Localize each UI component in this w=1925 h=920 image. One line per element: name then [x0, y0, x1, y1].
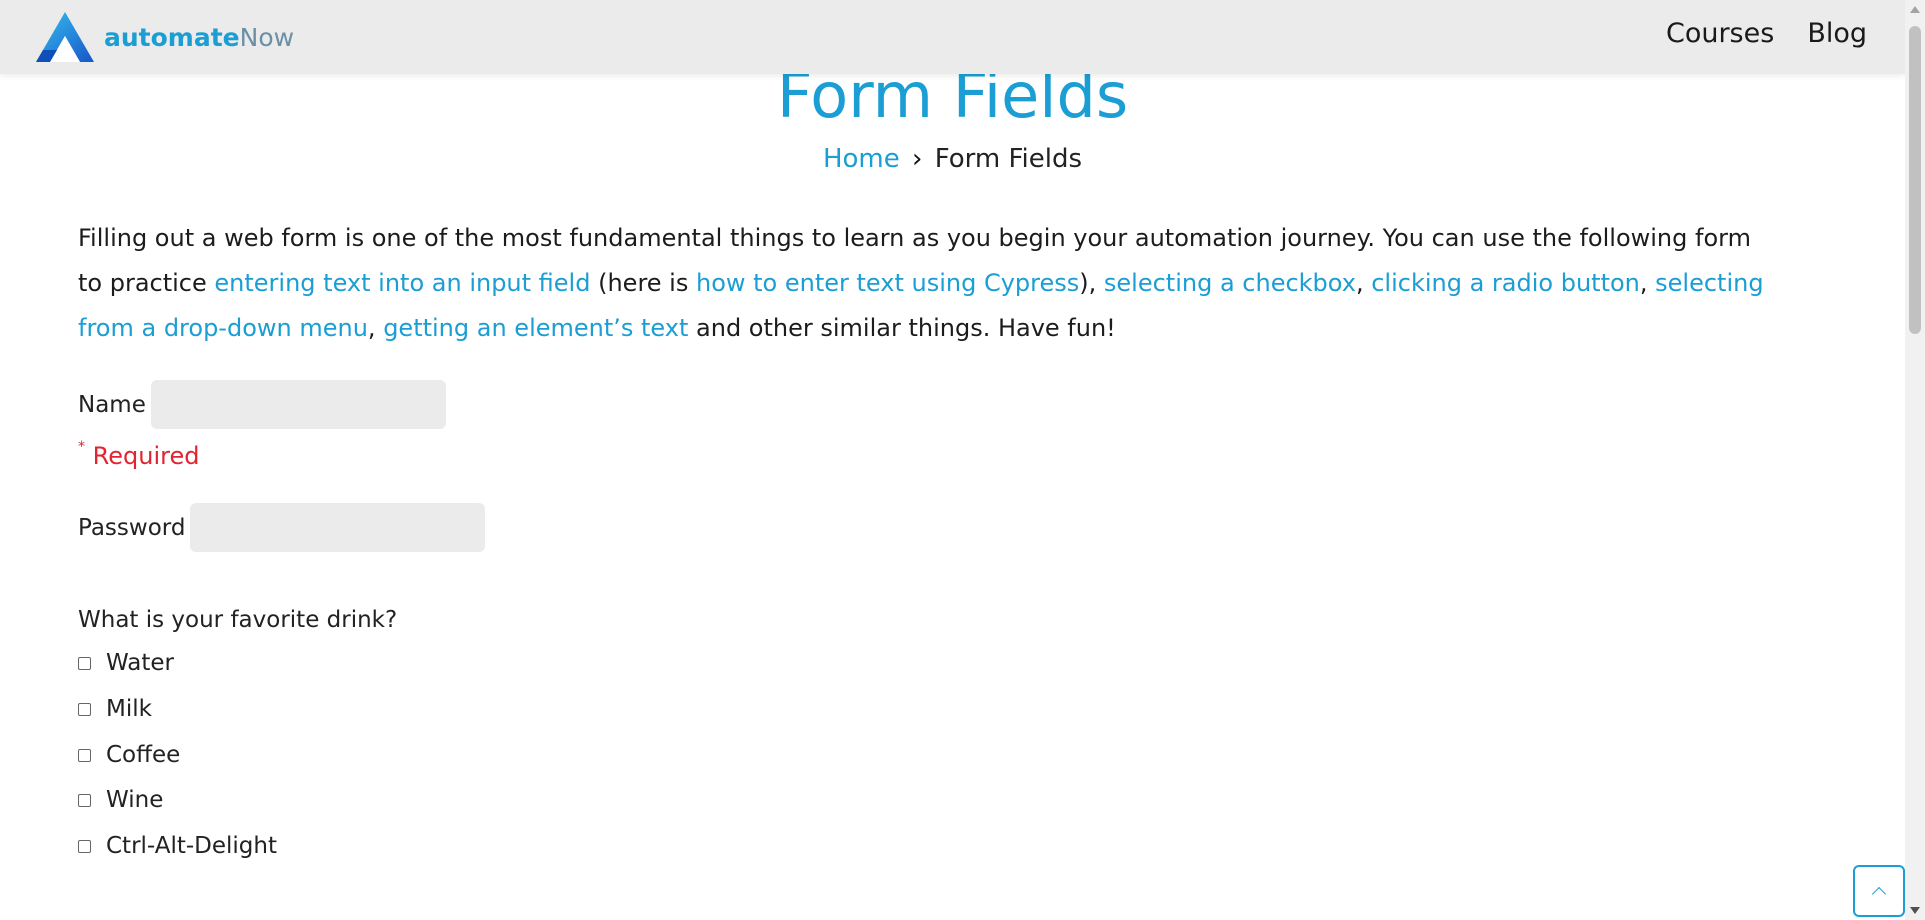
intro-text: and other similar things. Have fun! [688, 314, 1116, 342]
logo-text: automateNow [104, 23, 294, 52]
required-text: Required [85, 442, 200, 470]
link-radio-button[interactable]: clicking a radio button [1371, 269, 1640, 297]
name-input[interactable] [150, 380, 446, 429]
drink-label: Milk [106, 696, 152, 722]
link-select-checkbox[interactable]: selecting a checkbox [1104, 269, 1356, 297]
site-logo[interactable]: automateNow [34, 10, 294, 65]
password-field-row: Password [78, 503, 486, 552]
back-to-top-button[interactable] [1853, 865, 1905, 917]
drink-option-ctrl-alt-delight[interactable]: Ctrl-Alt-Delight [78, 833, 277, 859]
checkbox[interactable] [78, 839, 91, 853]
checkbox[interactable] [78, 793, 91, 807]
intro-text: , [1639, 269, 1656, 297]
nav-blog[interactable]: Blog [1807, 16, 1867, 52]
chevron-up-icon [1871, 886, 1887, 901]
link-cypress-text[interactable]: how to enter text using Cypress [696, 269, 1079, 297]
scrollbar-thumb[interactable] [1909, 26, 1921, 334]
intro-text: , [367, 314, 384, 342]
breadcrumb-separator: › [912, 144, 923, 174]
checkbox[interactable] [78, 702, 91, 716]
main-content: Form Fields Home › Form Fields Filling o… [0, 0, 1905, 920]
breadcrumb-current: Form Fields [934, 144, 1083, 174]
logo-text-accent: Now [239, 23, 295, 52]
nav-courses[interactable]: Courses [1666, 16, 1774, 52]
required-note: * Required [78, 434, 199, 473]
site-header: automateNow Courses Blog [0, 0, 1905, 74]
link-element-text[interactable]: getting an element’s text [383, 314, 688, 342]
scroll-up-arrow-icon[interactable] [1910, 6, 1920, 13]
breadcrumb: Home › Form Fields [0, 142, 1905, 176]
password-label: Password [78, 514, 186, 541]
checkbox[interactable] [78, 748, 91, 762]
scroll-down-arrow-icon[interactable] [1910, 907, 1920, 914]
name-field-row: Name [78, 380, 446, 429]
drink-label: Coffee [106, 742, 181, 768]
drink-option-milk[interactable]: Milk [78, 696, 152, 722]
checkbox[interactable] [78, 656, 91, 670]
drink-label: Water [106, 650, 174, 676]
drink-option-wine[interactable]: Wine [78, 787, 163, 813]
page: Form Fields Home › Form Fields Filling o… [0, 0, 1925, 920]
drink-label: Wine [106, 787, 164, 813]
logo-text-main: automate [104, 23, 240, 52]
automatenow-logo-icon [36, 12, 94, 62]
password-input[interactable] [190, 503, 486, 552]
intro-text: (here is [590, 269, 696, 297]
link-enter-text[interactable]: entering text into an input field [214, 269, 590, 297]
drink-question: What is your favorite drink? [78, 607, 398, 633]
required-asterisk: * [78, 439, 85, 455]
name-label: Name [78, 391, 146, 418]
vertical-scrollbar[interactable] [1905, 0, 1925, 920]
drink-option-coffee[interactable]: Coffee [78, 742, 180, 768]
breadcrumb-home-link[interactable]: Home [823, 144, 900, 174]
drink-label: Ctrl-Alt-Delight [106, 833, 277, 859]
intro-paragraph: Filling out a web form is one of the mos… [78, 216, 1778, 351]
main-nav: Courses Blog [1633, 16, 1867, 52]
drink-option-water[interactable]: Water [78, 650, 174, 676]
intro-text: , [1355, 269, 1372, 297]
intro-text: ), [1079, 269, 1104, 297]
